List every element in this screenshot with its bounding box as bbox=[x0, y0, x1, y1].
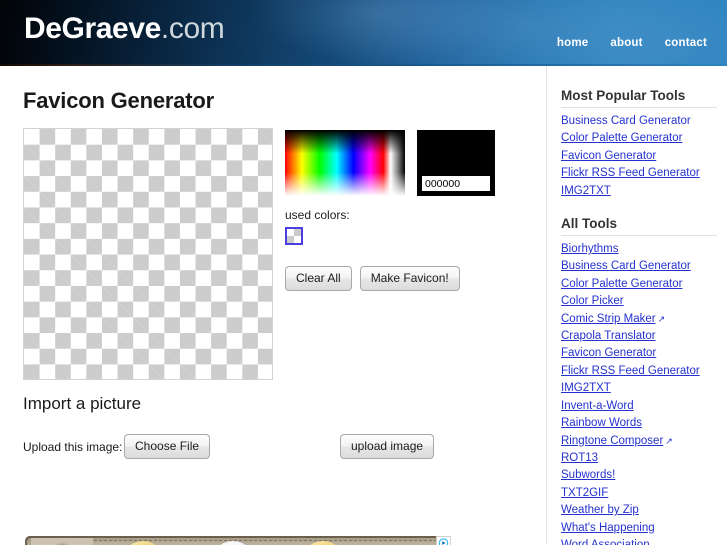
sidebar-link-crapola-translator[interactable]: Crapola Translator bbox=[561, 330, 656, 342]
sidebar-link-invent-a-word[interactable]: Invent-a-Word bbox=[561, 400, 634, 412]
main-navigation: home about contact bbox=[557, 37, 707, 49]
list-item: Color Palette Generator bbox=[561, 275, 717, 292]
sidebar-link-img2txt[interactable]: IMG2TXT bbox=[561, 382, 611, 394]
sidebar-link-txt2gif[interactable]: TXT2GIF bbox=[561, 487, 608, 499]
list-item: IMG2TXT bbox=[561, 379, 717, 396]
sidebar-link-subwords[interactable]: Subwords! bbox=[561, 469, 615, 481]
sidebar-link-word-association[interactable]: Word Association bbox=[561, 539, 650, 545]
sidebar-link-biorhythms[interactable]: Biorhythms bbox=[561, 243, 619, 255]
list-item: Ringtone Composer ↗ bbox=[561, 432, 717, 449]
upload-row: Upload this image: Choose File upload im… bbox=[23, 434, 453, 460]
sidebar-link-color-palette-generator[interactable]: Color Palette Generator bbox=[561, 278, 682, 290]
import-picture-heading: Import a picture bbox=[23, 394, 142, 413]
list-item: Rainbow Words bbox=[561, 414, 717, 431]
sidebar: Most Popular Tools Business Card Generat… bbox=[546, 66, 727, 545]
list-item: Favicon Generator bbox=[561, 344, 717, 361]
list-item: IMG2TXT bbox=[561, 182, 717, 199]
list-item: Word Association bbox=[561, 536, 717, 545]
advertisement-banner[interactable]: CREATE FREE FLASH WEBSITES GO> bbox=[23, 532, 451, 545]
main-content: Favicon Generator used colors: Clear All… bbox=[0, 66, 546, 545]
nav-link-about[interactable]: about bbox=[610, 37, 642, 49]
list-item: Comic Strip Maker ↗ bbox=[561, 310, 717, 327]
list-item: Subwords! bbox=[561, 466, 717, 483]
logo-tld-text: .com bbox=[160, 12, 225, 45]
list-item: Business Card Generator bbox=[561, 112, 717, 129]
sidebar-link-comic-strip-maker[interactable]: Comic Strip Maker bbox=[561, 313, 656, 325]
sidebar-link-ringtone-composer[interactable]: Ringtone Composer bbox=[561, 435, 663, 447]
sidebar-link-rainbow-words[interactable]: Rainbow Words bbox=[561, 417, 642, 429]
site-logo[interactable]: DeGraeve.com bbox=[24, 12, 225, 45]
page-body: Favicon Generator used colors: Clear All… bbox=[0, 66, 727, 545]
list-item: What's Happening bbox=[561, 519, 717, 536]
color-spectrum-picker[interactable] bbox=[285, 130, 405, 196]
choose-file-button[interactable]: Choose File bbox=[124, 434, 211, 459]
logo-main-text: DeGraeve bbox=[24, 12, 161, 45]
color-preview-swatch bbox=[417, 130, 495, 196]
nav-link-home[interactable]: home bbox=[557, 37, 588, 49]
upload-image-button[interactable]: upload image bbox=[340, 434, 435, 459]
ad-woman-illustration bbox=[31, 538, 93, 545]
list-item: Invent-a-Word bbox=[561, 397, 717, 414]
sidebar-link-color-picker[interactable]: Color Picker bbox=[561, 295, 624, 307]
ad-badge-free: FREE bbox=[211, 541, 255, 545]
sidebar-link-img2txt-popular[interactable]: IMG2TXT bbox=[561, 185, 611, 197]
sidebar-link-weather-by-zip[interactable]: Weather by Zip bbox=[561, 504, 639, 516]
hex-color-input[interactable] bbox=[421, 175, 491, 192]
list-item: Favicon Generator bbox=[561, 147, 717, 164]
sidebar-link-flickr-rss-feed-generator-popular[interactable]: Flickr RSS Feed Generator bbox=[561, 167, 700, 179]
favicon-pixel-canvas[interactable] bbox=[23, 128, 273, 380]
editor-button-row: Clear All Make Favicon! bbox=[285, 266, 515, 291]
external-link-icon: ↗ bbox=[665, 435, 673, 446]
used-color-swatch-transparent[interactable] bbox=[285, 227, 303, 245]
make-favicon-button[interactable]: Make Favicon! bbox=[359, 266, 460, 291]
list-item: Biorhythms bbox=[561, 240, 717, 257]
sidebar-link-favicon-generator[interactable]: Favicon Generator bbox=[561, 347, 656, 359]
upload-image-label: Upload this image: bbox=[23, 440, 123, 454]
sidebar-link-color-palette-generator-popular[interactable]: Color Palette Generator bbox=[561, 132, 682, 144]
list-item: Crapola Translator bbox=[561, 327, 717, 344]
list-item: Business Card Generator bbox=[561, 257, 717, 274]
adchoices-icon[interactable] bbox=[436, 536, 451, 545]
sidebar-link-rot13[interactable]: ROT13 bbox=[561, 452, 598, 464]
list-item: Weather by Zip bbox=[561, 501, 717, 518]
list-item: ROT13 bbox=[561, 449, 717, 466]
list-item: Flickr RSS Feed Generator bbox=[561, 362, 717, 379]
sidebar-link-business-card-generator-popular[interactable]: Business Card Generator bbox=[561, 115, 691, 127]
list-item: Color Picker bbox=[561, 292, 717, 309]
most-popular-tools-list: Business Card Generator Color Palette Ge… bbox=[561, 112, 717, 199]
color-picker-panel: used colors: Clear All Make Favicon! bbox=[285, 130, 515, 291]
all-tools-list: Biorhythms Business Card Generator Color… bbox=[561, 240, 717, 545]
site-header: DeGraeve.com home about contact bbox=[0, 0, 727, 66]
clear-all-button[interactable]: Clear All bbox=[285, 266, 352, 291]
list-item: Color Palette Generator bbox=[561, 129, 717, 146]
sidebar-link-flickr-rss-feed-generator[interactable]: Flickr RSS Feed Generator bbox=[561, 365, 700, 377]
ad-badge-flash: FLASH WEBSITES bbox=[301, 541, 345, 545]
external-link-icon: ↗ bbox=[657, 313, 666, 324]
favicon-editor: used colors: Clear All Make Favicon! bbox=[23, 128, 546, 388]
used-colors-label: used colors: bbox=[285, 208, 350, 222]
page-title: Favicon Generator bbox=[23, 88, 214, 113]
color-picker-row bbox=[285, 130, 515, 202]
list-item: TXT2GIF bbox=[561, 484, 717, 501]
ad-badge-create: CREATE bbox=[121, 541, 165, 545]
sidebar-link-whats-happening[interactable]: What's Happening bbox=[561, 522, 655, 534]
most-popular-tools-heading: Most Popular Tools bbox=[561, 88, 717, 108]
list-item: Flickr RSS Feed Generator bbox=[561, 164, 717, 181]
sidebar-link-favicon-generator-popular[interactable]: Favicon Generator bbox=[561, 150, 656, 162]
ad-plank-background: CREATE FREE FLASH WEBSITES GO> bbox=[25, 536, 449, 545]
sidebar-link-business-card-generator[interactable]: Business Card Generator bbox=[561, 260, 691, 272]
nav-link-contact[interactable]: contact bbox=[665, 37, 707, 49]
all-tools-heading: All Tools bbox=[561, 216, 717, 237]
